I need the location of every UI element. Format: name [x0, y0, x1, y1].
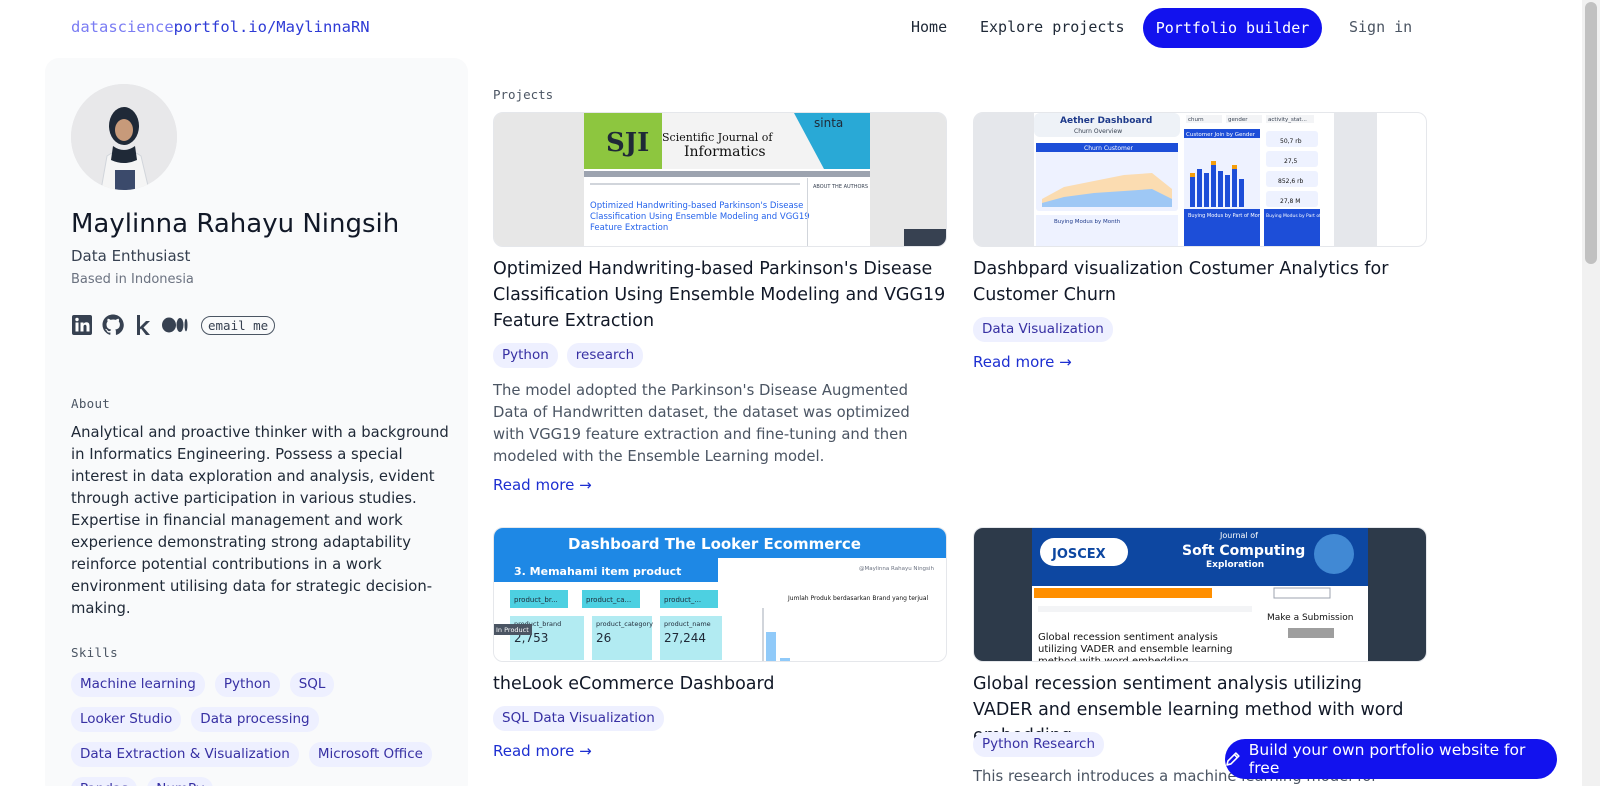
looker-dashboard-image: Dashboard The Looker Ecommerce 3. Memaha… [494, 528, 946, 661]
skill-chip: Microsoft Office [308, 742, 432, 767]
journal-name-line2: Informatics [684, 144, 766, 160]
read-more-link[interactable]: Read more → [973, 353, 1072, 371]
sinta-badge-text: sinta [814, 116, 843, 130]
profile-name: Maylinna Rahayu Ningsih [71, 209, 400, 239]
nav-explore-projects-link[interactable]: Explore projects [980, 18, 1125, 36]
svg-text:26: 26 [596, 631, 611, 645]
about-text: Analytical and proactive thinker with a … [71, 424, 449, 617]
looker-credit: @Maylinna Rahayu Ningsih [859, 566, 934, 572]
churn-panel-label: Churn Customer [1084, 145, 1134, 152]
svg-text:27,5: 27,5 [1284, 158, 1298, 165]
project-tags: SQL Data Visualization [493, 706, 664, 731]
project-thumbnail-thelook[interactable]: Dashboard The Looker Ecommerce 3. Memaha… [493, 527, 947, 662]
svg-text:product_name: product_name [664, 620, 711, 628]
make-submission-label: Make a Submission [1267, 613, 1353, 623]
project-tag[interactable]: SQL Data Visualization [493, 706, 664, 731]
svg-text:27,8 M: 27,8 M [1280, 198, 1300, 205]
svg-text:852,6 rb: 852,6 rb [1278, 178, 1304, 185]
read-more-link[interactable]: Read more → [493, 742, 592, 760]
svg-text:product_...: product_... [664, 596, 701, 604]
portfolio-builder-button[interactable]: Portfolio builder [1143, 8, 1322, 48]
skills-list: Machine learning Python SQL Looker Studi… [71, 672, 451, 786]
github-icon[interactable] [101, 313, 125, 337]
skill-chip: Python [214, 672, 280, 697]
svg-text:activity_stat...: activity_stat... [1268, 117, 1307, 123]
medium-icon[interactable] [161, 314, 189, 336]
skills-heading: Skills [71, 645, 118, 660]
project-description: The model adopted the Parkinson's Diseas… [493, 382, 910, 465]
svg-text:Exploration: Exploration [1206, 560, 1264, 570]
svg-text:product_ca...: product_ca... [586, 596, 631, 604]
brand-path: portfol.io/MaylinnaRN [173, 18, 370, 36]
svg-text:Buying Modus by Part of Day: Buying Modus by Part of Day [1266, 213, 1331, 219]
project-tags: Python research [493, 343, 644, 368]
skill-chip: Data processing [191, 707, 319, 732]
skill-chip: Data Extraction & Visualization [71, 742, 299, 767]
svg-text:27,244: 27,244 [664, 631, 706, 645]
project-thumbnail-parkinson[interactable]: SJI Scientific Journal of Informatics si… [493, 112, 947, 247]
skill-chip: Looker Studio [71, 707, 182, 732]
projects-heading: Projects [493, 87, 554, 102]
project-tag[interactable]: Python [493, 343, 558, 368]
page-scrollbar[interactable] [1582, 0, 1600, 786]
profile-sidebar: Maylinna Rahayu Ningsih Data Enthusiast … [45, 58, 468, 786]
avatar [71, 84, 177, 190]
svg-text:Buying Modus by Part of Month: Buying Modus by Part of Month [1188, 213, 1266, 219]
journal-name-line1: Scientific Journal of [662, 131, 773, 144]
email-me-link[interactable]: email me [201, 315, 276, 335]
looker-section: 3. Memahami item product [514, 565, 681, 578]
about-heading: About [71, 396, 111, 411]
svg-text:churn: churn [1188, 117, 1204, 123]
svg-text:50,7 rb: 50,7 rb [1280, 138, 1302, 145]
project-tag[interactable]: Python Research [973, 732, 1105, 757]
svg-text:Soft Computing: Soft Computing [1182, 543, 1305, 559]
linkedin-icon[interactable] [71, 314, 93, 336]
project-tags: Python Research [973, 732, 1105, 757]
project-thumbnail-recession[interactable]: JOSCEX Journal of Soft Computing Explora… [973, 527, 1427, 662]
svg-text:product_br...: product_br... [514, 596, 558, 604]
sign-in-link[interactable]: Sign in [1349, 18, 1412, 36]
project-tag[interactable]: research [566, 343, 644, 368]
svg-text:gender: gender [1228, 117, 1248, 123]
journal-page-image: SJI Scientific Journal of Informatics si… [494, 113, 946, 246]
skill-chip: Machine learning [71, 672, 205, 697]
dashboard-subtitle: Churn Overview [1074, 128, 1122, 135]
profile-role: Data Enthusiast [71, 247, 191, 265]
gender-panel-label: Customer Join by Gender [1186, 132, 1256, 138]
project-title[interactable]: Dashbpard visualization Costumer Analyti… [973, 256, 1427, 308]
nav-home-link[interactable]: Home [911, 18, 947, 36]
project-title[interactable]: Optimized Handwriting-based Parkinson's … [493, 256, 947, 334]
build-portfolio-button[interactable]: Build your own portfolio website for fre… [1225, 739, 1557, 779]
project-title[interactable]: theLook eCommerce Dashboard [493, 671, 947, 697]
kaggle-icon[interactable] [133, 313, 153, 337]
project-tag[interactable]: Data Visualization [973, 317, 1113, 342]
social-links: email me [71, 313, 276, 337]
looker-chart-title: Jumlah Produk berdasarkan Brand yang ter… [787, 595, 929, 602]
brand-prefix: datascience [71, 18, 174, 36]
read-more-link[interactable]: Read more → [493, 476, 592, 494]
site-brand-link[interactable]: datascienceportfol.io/MaylinnaRN [71, 18, 370, 36]
skill-chip: Pandas [71, 777, 138, 786]
profile-location: Based in Indonesia [71, 272, 194, 287]
about-authors-label: ABOUT THE AUTHORS [813, 184, 868, 190]
in-product-tooltip: In Product [496, 626, 529, 634]
top-navigation: datascienceportfol.io/MaylinnaRN Home Ex… [0, 0, 1582, 56]
sji-logo-text: SJI [606, 128, 649, 158]
pencil-icon [1226, 752, 1240, 766]
skill-chip: SQL [289, 672, 335, 697]
project-tags: Data Visualization [973, 317, 1113, 342]
looker-header: Dashboard The Looker Ecommerce [568, 535, 861, 553]
joscex-page-image: JOSCEX Journal of Soft Computing Explora… [974, 528, 1426, 661]
build-portfolio-label: Build your own portfolio website for fre… [1248, 741, 1526, 777]
svg-text:Journal of: Journal of [1219, 531, 1258, 540]
skill-chip: NumPy [147, 777, 214, 786]
scrollbar-thumb[interactable] [1585, 2, 1597, 264]
svg-text:Buying Modus by Month: Buying Modus by Month [1054, 219, 1121, 225]
project-thumbnail-churn[interactable]: Aether Dashboard Churn Overview churn ge… [973, 112, 1427, 247]
dashboard-title: Aether Dashboard [1060, 116, 1152, 126]
svg-text:product_category: product_category [596, 620, 653, 628]
dashboard-image: Aether Dashboard Churn Overview churn ge… [974, 113, 1426, 246]
avatar-photo [71, 84, 177, 190]
joscex-logo: JOSCEX [1051, 547, 1106, 562]
